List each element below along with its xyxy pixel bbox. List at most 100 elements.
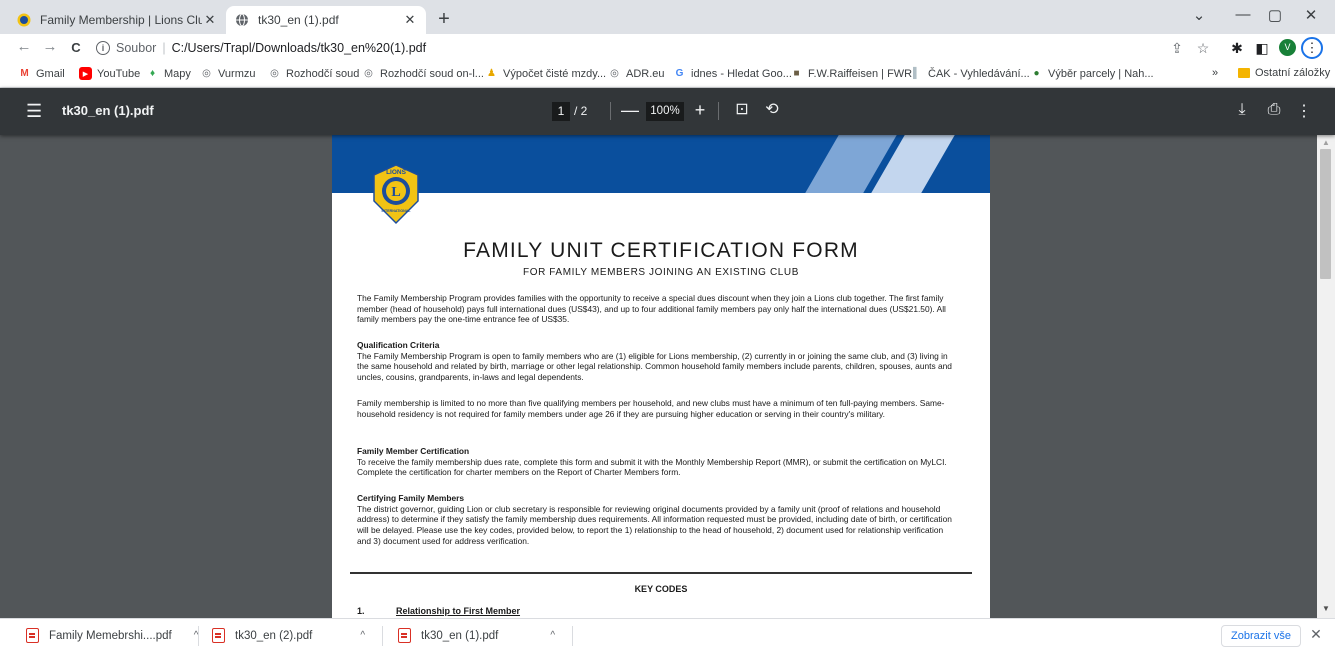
scroll-up-icon[interactable]: ▲ bbox=[1322, 138, 1330, 147]
fit-to-page-icon[interactable]: ⊡ bbox=[732, 100, 752, 120]
bookmark-vypocet-mzdy[interactable]: ♟ Výpočet čisté mzdy... bbox=[485, 67, 606, 80]
download-icon[interactable]: ⤓ bbox=[1232, 101, 1252, 119]
forward-button[interactable]: → bbox=[40, 38, 60, 55]
pdf-more-icon[interactable]: ⋮ bbox=[1294, 101, 1314, 121]
zoom-in-button[interactable]: + bbox=[690, 100, 710, 120]
bookmarks-bar: M Gmail ▶ YouTube ♦ Mapy ◎ Vurmzu ◎ Rozhodčí … bbox=[0, 62, 1335, 88]
page-total: / 2 bbox=[574, 104, 588, 118]
bookmark-idnes-google[interactable]: Gidnes - Hledat Goo... bbox=[673, 67, 792, 80]
browser-menu-icon[interactable]: ⋮ bbox=[1301, 37, 1323, 59]
section-heading: Family Member Certification bbox=[357, 446, 470, 456]
parcel-icon: ● bbox=[1033, 68, 1040, 79]
minimize-button[interactable]: — bbox=[1228, 6, 1258, 23]
form-subtitle: FOR FAMILY MEMBERS JOINING AN EXISTING C… bbox=[522, 267, 800, 278]
bookmarks-overflow-button[interactable]: » bbox=[1212, 67, 1218, 79]
tab-close-icon[interactable]: ✕ bbox=[202, 12, 218, 28]
certification-section: Family Member Certification To receive t… bbox=[357, 446, 957, 478]
folder-icon bbox=[1238, 68, 1250, 78]
bookmark-mapy[interactable]: ♦ Mapy bbox=[146, 67, 191, 80]
downloads-bar: Family Memebrshi....pdf ^ tk30_en (2).pd… bbox=[0, 618, 1335, 653]
browser-toolbar: ← → C i Soubor | C:/Users/Trapl/Download… bbox=[0, 34, 1335, 62]
section-heading: Certifying Family Members bbox=[357, 493, 465, 503]
back-button[interactable]: ← bbox=[14, 38, 34, 55]
pdf-menu-icon[interactable]: ☰ bbox=[26, 102, 42, 120]
chevron-up-icon[interactable]: ^ bbox=[360, 630, 365, 641]
section-text: The district governor, guiding Lion or c… bbox=[357, 503, 952, 546]
zoom-out-button[interactable]: — bbox=[620, 100, 640, 120]
bookmark-star-icon[interactable]: ☆ bbox=[1194, 40, 1212, 57]
vertical-scrollbar[interactable]: ▲ ▼ bbox=[1317, 135, 1335, 618]
profile-avatar[interactable]: V bbox=[1279, 39, 1296, 56]
download-item[interactable]: tk30_en (2).pdf ^ bbox=[212, 628, 365, 643]
print-icon[interactable]: ⎙ bbox=[1264, 101, 1284, 119]
svg-text:L: L bbox=[391, 185, 400, 200]
scrollbar-thumb[interactable] bbox=[1320, 149, 1331, 279]
close-window-button[interactable]: ✕ bbox=[1296, 6, 1326, 24]
globe-icon: ◎ bbox=[202, 68, 211, 79]
bookmark-gmail[interactable]: M Gmail bbox=[18, 67, 64, 80]
download-divider bbox=[198, 626, 199, 646]
section-text: The Family Membership Program is open to… bbox=[357, 350, 952, 383]
bookmark-adr[interactable]: ◎ ADR.eu bbox=[608, 67, 664, 80]
tab-close-icon[interactable]: ✕ bbox=[402, 12, 418, 28]
page-number-input[interactable]: 1 bbox=[552, 102, 570, 121]
bookmark-rozhodci-soud[interactable]: ◎ Rozhodčí soud bbox=[268, 67, 359, 80]
lions-favicon bbox=[16, 12, 32, 28]
tab-title: Family Membership | Lions Clubs bbox=[40, 13, 202, 27]
rotate-icon[interactable]: ⟲ bbox=[762, 100, 782, 120]
certifying-section: Certifying Family Members The district g… bbox=[357, 493, 957, 547]
close-downloads-icon[interactable]: ✕ bbox=[1308, 626, 1324, 643]
extensions-icon[interactable]: ✱ bbox=[1228, 40, 1246, 57]
address-separator: | bbox=[162, 41, 166, 55]
bookmark-cak[interactable]: ▌ ČAK - Vyhledávání... bbox=[910, 67, 1030, 80]
bookmark-rozhodci-soud-online[interactable]: ◎ Rozhodčí soud on-l... bbox=[362, 67, 484, 80]
pdf-toolbar: ☰ tk30_en (1).pdf 1 / 2 — 100% + ⊡ ⟲ ⤓ ⎙… bbox=[0, 88, 1335, 135]
download-item[interactable]: Family Memebrshi....pdf ^ bbox=[26, 628, 198, 643]
side-panel-icon[interactable]: ◧ bbox=[1253, 40, 1271, 57]
intro-paragraph: The Family Membership Program provides f… bbox=[357, 293, 946, 325]
tab-search-chevron-down-icon[interactable]: ⌄ bbox=[1184, 6, 1214, 24]
maximize-button[interactable]: ▢ bbox=[1260, 6, 1290, 24]
address-bar[interactable]: i Soubor | C:/Users/Trapl/Downloads/tk30… bbox=[96, 36, 1160, 60]
tab-strip: Family Membership | Lions Clubs ✕ tk30_e… bbox=[0, 0, 1335, 34]
pdf-page: L LIONS INTERNATIONAL FAMILY UNIT CERTIF… bbox=[332, 135, 990, 618]
site-info-icon[interactable]: i bbox=[96, 41, 110, 55]
download-filename: Family Memebrshi....pdf bbox=[49, 629, 172, 642]
section-divider bbox=[350, 572, 972, 574]
youtube-icon: ▶ bbox=[79, 67, 92, 80]
pdf-viewer-area[interactable]: L LIONS INTERNATIONAL FAMILY UNIT CERTIF… bbox=[0, 135, 1317, 618]
tab-title: tk30_en (1).pdf bbox=[258, 13, 339, 27]
download-filename: tk30_en (2).pdf bbox=[235, 629, 313, 642]
tab-pdf[interactable]: tk30_en (1).pdf ✕ bbox=[226, 6, 426, 34]
tab-family-membership[interactable]: Family Membership | Lions Clubs ✕ bbox=[8, 6, 226, 34]
form-title: FAMILY UNIT CERTIFICATION FORM bbox=[463, 239, 859, 262]
zoom-level-input[interactable]: 100% bbox=[646, 102, 684, 121]
other-bookmarks-folder[interactable]: Ostatní záložky bbox=[1238, 67, 1330, 79]
bookmark-fwr[interactable]: ■ F.W.Raiffeisen | FWR bbox=[790, 67, 912, 80]
section-text: To receive the family membership dues ra… bbox=[357, 456, 947, 478]
bookmark-vyber-parcely[interactable]: ● Výběr parcely | Nah... bbox=[1030, 67, 1153, 80]
download-item[interactable]: tk30_en (1).pdf ^ bbox=[398, 628, 555, 643]
address-url[interactable]: C:/Users/Trapl/Downloads/tk30_en%20(1).p… bbox=[172, 41, 427, 55]
section-heading: Qualification Criteria bbox=[357, 340, 440, 350]
google-icon: G bbox=[675, 68, 684, 79]
svg-text:INTERNATIONAL: INTERNATIONAL bbox=[381, 209, 411, 213]
share-icon[interactable]: ⇪ bbox=[1168, 40, 1186, 57]
key-code-title: Relationship to First Member bbox=[396, 606, 521, 616]
bookmark-youtube[interactable]: ▶ YouTube bbox=[79, 67, 140, 80]
new-tab-button[interactable]: + bbox=[432, 8, 456, 30]
pdf-file-icon bbox=[26, 628, 39, 643]
figure-icon: ♟ bbox=[487, 68, 496, 79]
scroll-down-icon[interactable]: ▼ bbox=[1322, 604, 1330, 613]
chevron-up-icon[interactable]: ^ bbox=[550, 630, 555, 641]
fwr-icon: ■ bbox=[793, 68, 800, 79]
download-divider bbox=[382, 626, 383, 646]
download-filename: tk30_en (1).pdf bbox=[421, 629, 499, 642]
download-divider bbox=[572, 626, 573, 646]
reload-button[interactable]: C bbox=[66, 40, 86, 55]
maps-pin-icon: ♦ bbox=[149, 68, 156, 79]
show-all-downloads-button[interactable]: Zobrazit vše bbox=[1221, 625, 1301, 647]
pdf-file-icon bbox=[398, 628, 411, 643]
bookmark-vurmzu[interactable]: ◎ Vurmzu bbox=[200, 67, 255, 80]
gmail-icon: M bbox=[20, 68, 29, 79]
